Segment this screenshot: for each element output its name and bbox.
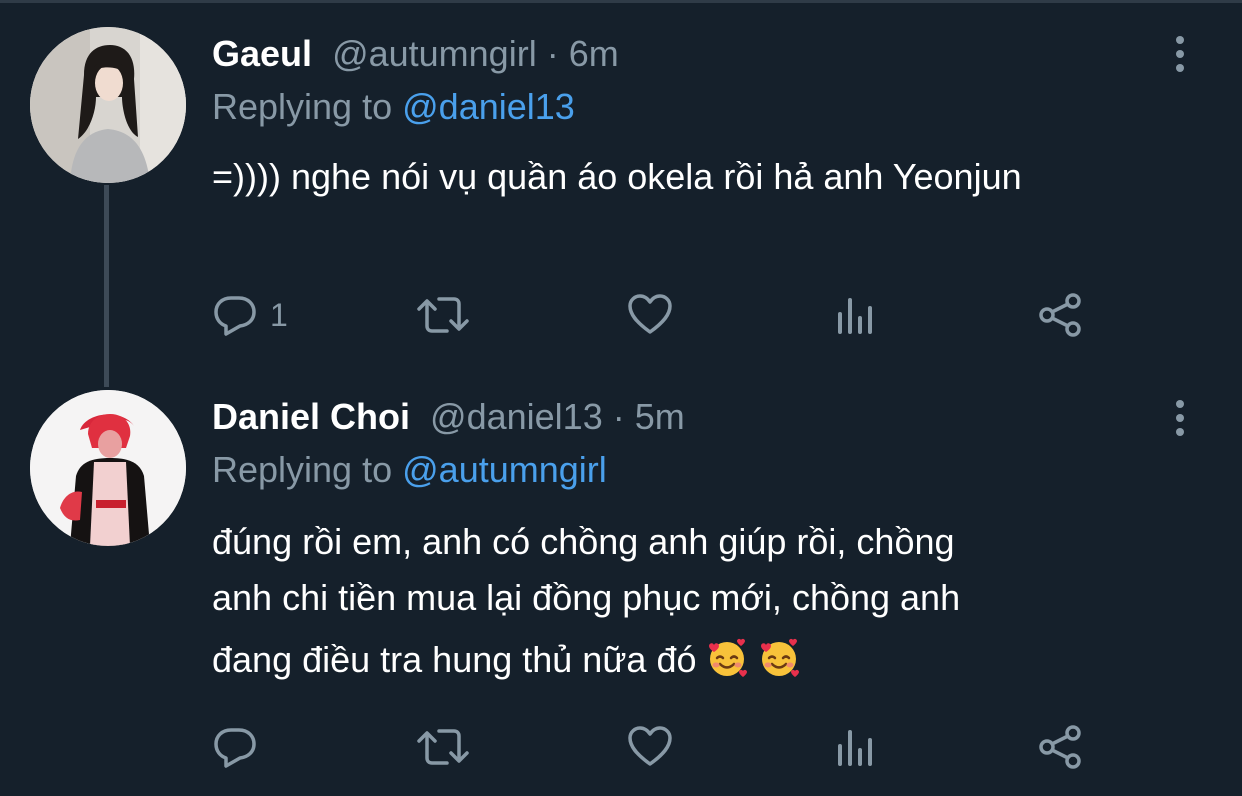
- tweet[interactable]: Daniel Choi @daniel13 · 5m Replying to @…: [0, 380, 1242, 796]
- username[interactable]: @autumngirl: [332, 33, 537, 74]
- like-icon: [628, 294, 672, 334]
- reply-button[interactable]: 1: [212, 290, 288, 340]
- tweet-actions: [212, 722, 1092, 772]
- tweet-header: Gaeul @autumngirl · 6m: [212, 32, 619, 76]
- tweet[interactable]: Gaeul @autumngirl · 6m Replying to @dani…: [0, 0, 1242, 387]
- analytics-button[interactable]: [834, 722, 878, 772]
- analytics-icon: [838, 730, 872, 766]
- display-name[interactable]: Gaeul: [212, 33, 312, 74]
- mention-link[interactable]: @autumngirl: [402, 449, 607, 490]
- reply-count: 1: [270, 296, 288, 333]
- like-button[interactable]: [626, 290, 674, 340]
- tweet-header: Daniel Choi @daniel13 · 5m: [212, 395, 685, 439]
- smiling-face-with-hearts-icon: [708, 638, 747, 677]
- tweet-text-line-with-emoji: đang điều tra hung thủ nữa đó: [212, 632, 1162, 688]
- share-button[interactable]: [1038, 290, 1084, 340]
- like-button[interactable]: [626, 722, 674, 772]
- analytics-icon: [838, 298, 872, 334]
- tweet-actions: 1: [212, 290, 1092, 340]
- replying-to-line: Replying to @autumngirl: [212, 448, 607, 492]
- separator-dot: ·: [546, 33, 559, 74]
- like-icon: [628, 726, 672, 766]
- thread-connector: [104, 185, 109, 387]
- replying-to-line: Replying to @daniel13: [212, 85, 575, 129]
- share-button[interactable]: [1038, 722, 1084, 772]
- share-icon: [1039, 725, 1081, 769]
- display-name[interactable]: Daniel Choi: [212, 396, 410, 437]
- tweet-text: =)))) nghe nói vụ quần áo okela rồi hả a…: [212, 156, 1022, 197]
- reply-icon: [214, 296, 256, 336]
- avatar-image: [30, 390, 186, 546]
- tweet-text-line: đang điều tra hung thủ nữa đó: [212, 639, 697, 680]
- more-icon[interactable]: [1168, 398, 1192, 438]
- retweet-icon: [417, 729, 469, 765]
- more-icon[interactable]: [1168, 34, 1192, 74]
- reply-icon: [214, 728, 256, 768]
- mention-link[interactable]: @daniel13: [402, 86, 575, 127]
- username[interactable]: @daniel13: [430, 396, 603, 437]
- tweet-text-line: anh chi tiền mua lại đồng phục mới, chồn…: [212, 577, 961, 618]
- retweet-button[interactable]: [415, 290, 471, 340]
- analytics-button[interactable]: [834, 290, 878, 340]
- avatar[interactable]: [30, 390, 186, 546]
- share-icon: [1039, 293, 1081, 337]
- smiling-face-with-hearts-icon: [760, 638, 799, 677]
- timestamp[interactable]: 5m: [635, 396, 685, 437]
- retweet-icon: [417, 297, 469, 333]
- replying-to-label: Replying to: [212, 86, 393, 127]
- timestamp[interactable]: 6m: [569, 33, 619, 74]
- separator-dot: ·: [612, 396, 625, 437]
- avatar[interactable]: [30, 27, 186, 183]
- reply-button[interactable]: [212, 722, 258, 772]
- tweet-text: đúng rồi em, anh có chồng anh giúp rồi, …: [212, 514, 1162, 688]
- replying-to-label: Replying to: [212, 449, 393, 490]
- tweet-text-line: đúng rồi em, anh có chồng anh giúp rồi, …: [212, 521, 955, 562]
- avatar-image: [30, 27, 186, 183]
- retweet-button[interactable]: [415, 722, 471, 772]
